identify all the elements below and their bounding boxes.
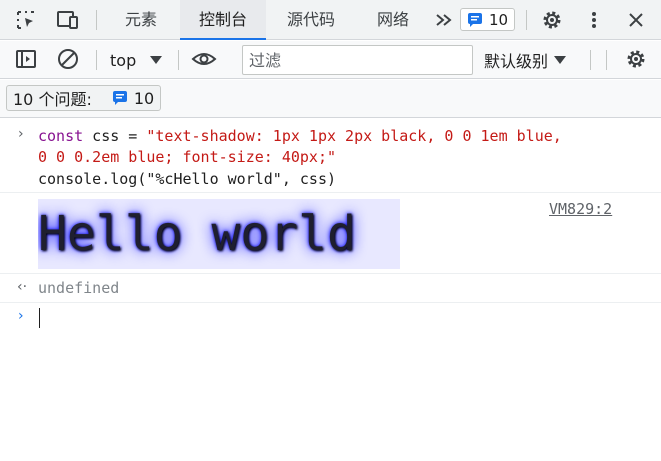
more-options-icon[interactable] [580, 6, 608, 34]
separator [178, 50, 179, 70]
device-toolbar-icon[interactable] [54, 6, 82, 34]
issues-badge-count: 10 [489, 10, 509, 29]
separator [96, 50, 97, 70]
tab-sources[interactable]: 源代码 [270, 0, 352, 40]
console-return-entry: ‹· undefined [0, 275, 661, 303]
prompt-chevron-icon: › [18, 308, 24, 324]
issues-label: 10 个问题: [13, 90, 92, 109]
separator [526, 10, 527, 30]
filter-input[interactable] [242, 45, 473, 75]
issues-count: 10 [133, 88, 155, 108]
code-line-1: const css = "text-shadow: 1px 1px 2px bl… [38, 127, 562, 145]
source-link[interactable]: VM829:2 [549, 200, 612, 218]
chevron-down-icon [150, 56, 163, 64]
log-levels-dropdown[interactable]: 默认级别 [484, 47, 567, 73]
return-value: undefined [38, 279, 120, 297]
issues-bar: 10 个问题: 10 [0, 80, 661, 118]
devtools-tabbar: 元素 控制台 源代码 网络 10 [0, 0, 661, 40]
chevron-down-icon [554, 56, 567, 64]
sidebar-toggle-icon[interactable] [12, 45, 40, 73]
return-arrow-icon: ‹· [17, 279, 28, 295]
chevron-right-icon: › [18, 126, 24, 142]
context-selector[interactable]: top [104, 47, 163, 73]
console-input-entry: › const css = "text-shadow: 1px 1px 2px … [0, 119, 661, 193]
separator [590, 50, 591, 70]
console-log-entry: Hello world VM829:2 [0, 194, 661, 274]
console-toolbar: top 默认级别 [0, 41, 661, 79]
settings-gear-icon[interactable] [538, 6, 566, 34]
context-label: top [110, 50, 137, 70]
log-levels-label: 默认级别 [484, 52, 549, 71]
separator [606, 50, 607, 70]
close-icon[interactable] [622, 6, 650, 34]
styled-output-text: Hello world [38, 206, 356, 262]
console-settings-gear-icon[interactable] [622, 45, 650, 73]
console-output[interactable]: › const css = "text-shadow: 1px 1px 2px … [0, 119, 661, 461]
eye-icon[interactable] [190, 45, 218, 73]
code-line-3: console.log("%cHello world", css) [38, 170, 337, 188]
message-icon [112, 90, 128, 106]
tab-network[interactable]: 网络 [360, 0, 426, 40]
message-icon [467, 12, 483, 28]
styled-output-box: Hello world [38, 199, 400, 269]
tab-console[interactable]: 控制台 [180, 0, 266, 40]
console-prompt-cursor[interactable] [39, 308, 40, 328]
issues-badge[interactable]: 10 [460, 8, 515, 31]
clear-console-icon[interactable] [54, 45, 82, 73]
code-line-2: 0 0 0.2em blue; font-size: 40px;" [38, 148, 337, 166]
more-tabs-icon[interactable] [430, 6, 458, 34]
tab-elements[interactable]: 元素 [108, 0, 174, 40]
separator [96, 10, 97, 30]
inspect-element-icon[interactable] [12, 6, 40, 34]
issues-button[interactable]: 10 个问题: 10 [6, 85, 162, 111]
